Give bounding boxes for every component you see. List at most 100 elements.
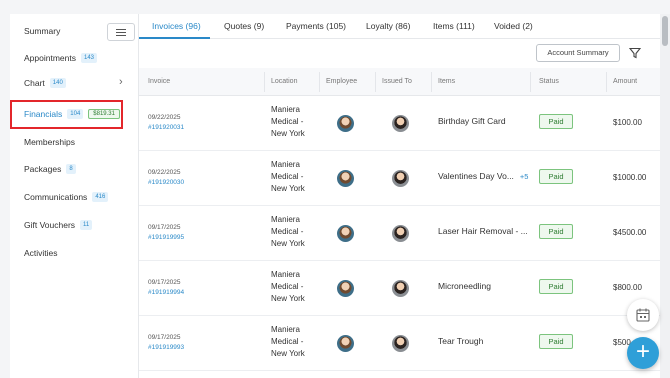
sidebar-item-summary[interactable]: Summary: [24, 26, 60, 36]
plus-icon: +: [635, 338, 650, 365]
status-badge: Paid: [539, 169, 573, 184]
client-avatar[interactable]: [392, 280, 409, 297]
amount: $800.00: [613, 283, 642, 292]
sidebar-item-label: Summary: [24, 26, 61, 36]
invoice-link[interactable]: #191920030: [148, 179, 184, 186]
location: Maniera Medical - New York: [271, 160, 305, 194]
filter-icon[interactable]: [629, 47, 641, 59]
main-panel: Invoices (96) Quotes (9) Payments (105) …: [139, 14, 660, 378]
col-items[interactable]: Items: [438, 78, 455, 85]
sidebar-item-communications[interactable]: Communications 416: [24, 192, 109, 202]
location: Maniera Medical - New York: [271, 105, 305, 139]
column-divider: [530, 72, 531, 92]
status-badge: Paid: [539, 224, 573, 239]
tab-voided[interactable]: Voided (2): [494, 21, 533, 31]
sidebar-item-chart[interactable]: Chart 140: [24, 78, 66, 88]
col-issued-to[interactable]: Issued To: [382, 78, 412, 85]
balance-badge: $819.31: [88, 109, 120, 119]
tab-loyalty[interactable]: Loyalty (86): [366, 21, 410, 31]
sidebar-item-label: Activities: [24, 248, 58, 258]
app: Summary Appointments 143 Chart 140 › Fin…: [0, 0, 670, 378]
count-badge: 140: [49, 78, 66, 88]
amount: $100.00: [613, 118, 642, 127]
table-row[interactable]: 09/17/2025 #191919994 Maniera Medical - …: [139, 261, 660, 316]
sidebar-item-appointments[interactable]: Appointments 143: [24, 53, 97, 63]
sidebar-item-gift-vouchers[interactable]: Gift Vouchers 11: [24, 220, 93, 230]
column-divider: [319, 72, 320, 92]
invoice-link[interactable]: #191920031: [148, 124, 184, 131]
sidebar-item-label: Chart: [24, 78, 45, 88]
add-button[interactable]: +: [627, 337, 659, 369]
status-badge: Paid: [539, 279, 573, 294]
column-divider: [606, 72, 607, 92]
tab-quotes[interactable]: Quotes (9): [224, 21, 264, 31]
sidebar-item-activities[interactable]: Activities: [24, 248, 58, 258]
hamburger-icon: [116, 29, 126, 30]
item-name: Microneedling: [438, 281, 497, 291]
vertical-scrollbar[interactable]: [660, 14, 670, 378]
col-invoice[interactable]: Invoice: [148, 78, 170, 85]
status-badge: Paid: [539, 114, 573, 129]
item-label: Tear Trough: [438, 336, 484, 346]
table-row[interactable]: 09/22/2025 #191920030 Maniera Medical - …: [139, 151, 660, 206]
tab-invoices[interactable]: Invoices (96): [152, 21, 201, 31]
item-label: Birthday Gift Card: [438, 116, 506, 126]
employee-avatar[interactable]: [337, 225, 354, 242]
item-label: Laser Hair Removal - ...: [438, 226, 528, 236]
col-employee[interactable]: Employee: [326, 78, 357, 85]
item-name: Birthday Gift Card: [438, 116, 512, 126]
client-avatar[interactable]: [392, 170, 409, 187]
item-name: Laser Hair Removal - ...: [438, 226, 534, 236]
count-badge: 143: [80, 53, 97, 63]
tab-payments[interactable]: Payments (105): [286, 21, 346, 31]
sidebar-item-label: Gift Vouchers: [24, 220, 76, 230]
count-badge: 104: [67, 109, 84, 119]
client-avatar[interactable]: [392, 335, 409, 352]
calendar-icon: [636, 308, 650, 322]
sidebar-item-label: Appointments: [24, 53, 76, 63]
item-label: Valentines Day Vo...: [438, 171, 514, 181]
tab-items[interactable]: Items (111): [433, 21, 475, 31]
chevron-right-icon[interactable]: ›: [119, 76, 123, 88]
employee-avatar[interactable]: [337, 280, 354, 297]
col-status[interactable]: Status: [539, 78, 559, 85]
sidebar-item-memberships[interactable]: Memberships: [24, 137, 75, 147]
calendar-button[interactable]: [627, 299, 659, 331]
invoice-date: 09/17/2025: [148, 279, 181, 286]
column-divider: [431, 72, 432, 92]
invoice-date: 09/17/2025: [148, 334, 181, 341]
col-amount[interactable]: Amount: [613, 78, 637, 85]
sidebar-item-label: Packages: [24, 164, 62, 174]
employee-avatar[interactable]: [337, 335, 354, 352]
employee-avatar[interactable]: [337, 170, 354, 187]
scrollbar-thumb[interactable]: [662, 16, 668, 46]
menu-toggle-button[interactable]: [107, 23, 135, 41]
location: Maniera Medical - New York: [271, 270, 305, 304]
item-name: Tear Trough: [438, 336, 489, 346]
employee-avatar[interactable]: [337, 115, 354, 132]
item-name: Valentines Day Vo... +5: [438, 171, 528, 181]
sidebar-item-label: Financials: [24, 109, 63, 119]
active-tab-indicator: [139, 37, 210, 39]
client-avatar[interactable]: [392, 115, 409, 132]
table-row[interactable]: 09/22/2025 #191920031 Maniera Medical - …: [139, 96, 660, 151]
col-location[interactable]: Location: [271, 78, 297, 85]
sidebar-item-label: Communications: [24, 192, 88, 202]
status-badge: Paid: [539, 334, 573, 349]
sidebar-item-label: Memberships: [24, 137, 76, 147]
client-avatar[interactable]: [392, 225, 409, 242]
column-divider: [264, 72, 265, 92]
invoice-date: 09/17/2025: [148, 224, 181, 231]
table-row[interactable]: 09/17/2025 #191919995 Maniera Medical - …: [139, 206, 660, 261]
invoice-link[interactable]: #191919993: [148, 344, 184, 351]
table-row[interactable]: 09/17/2025 #191919993 Maniera Medical - …: [139, 316, 660, 371]
item-label: Microneedling: [438, 281, 491, 291]
sidebar-item-packages[interactable]: Packages 8: [24, 164, 76, 174]
hamburger-line: [116, 35, 126, 36]
location: Maniera Medical - New York: [271, 325, 305, 359]
more-items[interactable]: +5: [520, 172, 529, 181]
sidebar-item-financials[interactable]: Financials 104 $819.31: [24, 109, 120, 119]
invoice-link[interactable]: #191919995: [148, 234, 184, 241]
invoice-link[interactable]: #191919994: [148, 289, 184, 296]
account-summary-button[interactable]: Account Summary: [536, 44, 620, 62]
